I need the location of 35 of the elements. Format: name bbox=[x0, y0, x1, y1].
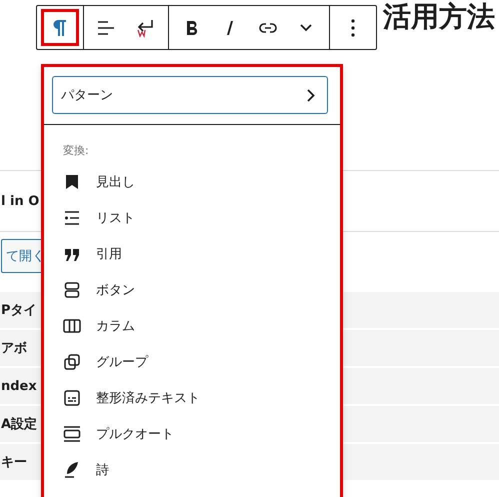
list-icon bbox=[64, 210, 80, 226]
bold-icon bbox=[185, 20, 199, 36]
transform-item[interactable]: 詩 bbox=[44, 452, 109, 488]
buttons-icon bbox=[64, 282, 80, 298]
transform-item[interactable]: ボタン bbox=[44, 272, 135, 308]
columns-icon bbox=[63, 318, 81, 334]
row-label: アボ bbox=[1, 340, 27, 357]
row-label: ndex bbox=[1, 378, 37, 394]
section-label: 変換: bbox=[63, 143, 90, 158]
transform-item[interactable]: 整形済みテキスト bbox=[44, 380, 200, 416]
more-options-icon bbox=[351, 18, 355, 36]
pullquote-icon bbox=[63, 426, 81, 442]
quote-icon bbox=[64, 246, 80, 262]
patterns-button[interactable]: パターン bbox=[52, 76, 328, 114]
preformatted-icon bbox=[64, 390, 80, 406]
link-icon bbox=[258, 20, 278, 34]
align-left-icon bbox=[97, 20, 117, 36]
page-heading: 活用方法 bbox=[383, 0, 495, 34]
row-label: Pタイ bbox=[1, 302, 37, 319]
bookmark-icon bbox=[64, 174, 80, 190]
feather-icon bbox=[64, 461, 80, 479]
transform-item[interactable]: グループ bbox=[44, 344, 148, 380]
row-label: キー bbox=[1, 454, 27, 471]
transform-item[interactable]: リスト bbox=[44, 200, 135, 236]
italic-icon bbox=[225, 20, 235, 36]
transform-item[interactable]: 見出し bbox=[44, 164, 135, 200]
transform-item[interactable]: カラム bbox=[44, 308, 135, 344]
row-label: l in O bbox=[1, 194, 40, 208]
chevron-right-icon bbox=[307, 88, 315, 102]
row-label: A設定 bbox=[1, 416, 38, 433]
pilcrow-icon bbox=[52, 18, 68, 38]
group-icon bbox=[64, 354, 80, 370]
block-type-button[interactable] bbox=[41, 9, 79, 46]
chevron-down-icon bbox=[300, 24, 312, 32]
transform-item[interactable]: プルクオート bbox=[44, 416, 174, 452]
